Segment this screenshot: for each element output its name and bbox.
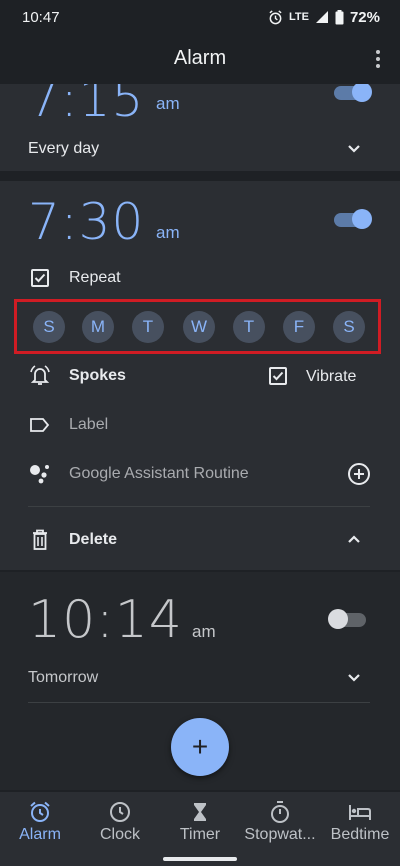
chevron-up-icon[interactable] [345, 530, 363, 548]
ringtone-name[interactable]: Spokes [69, 367, 126, 385]
day-saturday[interactable]: S [333, 311, 365, 343]
alarm-time[interactable]: 7:30 [28, 193, 144, 251]
day-sunday[interactable]: S [33, 311, 65, 343]
page-title: Alarm [173, 47, 227, 69]
nav-clock[interactable]: Clock [80, 792, 160, 858]
alarm-screen: 10:47 LTE 72% Alarm 7:15 am Every day 7:… [0, 0, 400, 866]
bed-icon [349, 805, 371, 820]
repeat-label: Repeat [69, 269, 121, 286]
day-friday[interactable]: F [283, 311, 315, 343]
day-tuesday[interactable]: T [132, 311, 164, 343]
alarm-ampm: am [192, 622, 216, 641]
label-icon[interactable] [29, 416, 51, 434]
google-assistant-icon [30, 465, 49, 484]
vibrate-checkbox[interactable] [269, 367, 287, 385]
status-time: 10:47 [22, 8, 60, 26]
nav-alarm[interactable]: Alarm [0, 792, 80, 858]
network-type: LTE [289, 11, 309, 23]
alarm-repeat-text: Every day [28, 140, 100, 157]
hourglass-icon [194, 803, 206, 821]
alarm-toggle[interactable] [328, 609, 366, 629]
nav-timer[interactable]: Timer [160, 792, 240, 858]
repeat-checkbox[interactable] [31, 269, 49, 287]
more-options-icon[interactable] [370, 46, 386, 72]
add-circle-icon[interactable] [347, 462, 371, 486]
stopwatch-icon [271, 801, 289, 823]
status-icons: LTE 72% [268, 9, 380, 26]
battery-percent: 72% [349, 8, 380, 26]
trash-icon[interactable] [30, 529, 50, 551]
alarm-time[interactable]: 10:14 [28, 590, 183, 650]
day-monday[interactable]: M [82, 311, 114, 343]
divider [28, 702, 370, 703]
nav-stopwatch[interactable]: Stopwat... [240, 792, 320, 858]
delete-button[interactable]: Delete [69, 531, 117, 549]
chevron-down-icon[interactable] [345, 140, 363, 158]
alarm-ampm: am [156, 94, 180, 113]
divider [28, 506, 370, 507]
alarm-toggle[interactable] [334, 82, 372, 102]
nav-label: Timer [179, 826, 221, 843]
battery-icon [335, 9, 344, 24]
day-wednesday[interactable]: W [183, 311, 215, 343]
alarm-status-icon [269, 9, 282, 24]
nav-label: Alarm [19, 826, 61, 843]
alarm-repeat-text: Tomorrow [28, 669, 99, 686]
alarm-label-field[interactable]: Label [69, 416, 108, 434]
assistant-routine-label[interactable]: Google Assistant Routine [69, 465, 249, 483]
nav-label: Bedtime [330, 826, 390, 843]
nav-label: Stopwat... [244, 826, 316, 843]
nav-bedtime[interactable]: Bedtime [320, 792, 400, 858]
signal-icon [315, 11, 328, 23]
bottom-navigation: Alarm Clock Timer Stopwat... Bedtime [0, 792, 400, 866]
nav-label: Clock [99, 826, 140, 843]
app-bar: Alarm [0, 34, 400, 84]
home-indicator [163, 857, 237, 861]
bell-alarm-icon[interactable] [29, 364, 51, 386]
status-bar: 10:47 LTE 72% [0, 0, 400, 34]
alarm-clock-icon [30, 801, 50, 822]
day-thursday[interactable]: T [233, 311, 265, 343]
alarm-ampm: am [156, 223, 180, 242]
chevron-down-icon[interactable] [345, 669, 363, 687]
add-alarm-button[interactable]: + [171, 718, 229, 776]
alarm-card-1[interactable]: 7:15 am Every day [0, 70, 400, 171]
vibrate-label: Vibrate [306, 368, 357, 385]
alarm-toggle[interactable] [334, 209, 372, 229]
clock-icon [110, 802, 130, 822]
